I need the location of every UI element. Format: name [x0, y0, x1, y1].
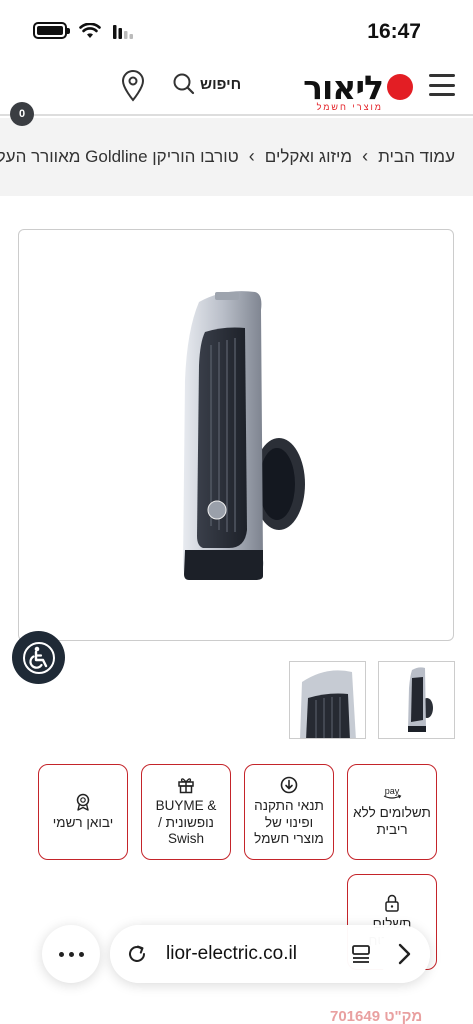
reload-icon[interactable] [126, 943, 148, 965]
dot-icon [78, 951, 84, 957]
dot-icon [58, 951, 64, 957]
download-circle-icon [280, 776, 298, 793]
chevron-left-icon: ‹ [362, 146, 369, 166]
browser-more-button[interactable] [42, 925, 100, 983]
pay-icon: pay [383, 786, 402, 799]
cart-count-badge[interactable]: 0 [10, 102, 34, 126]
product-thumbnail-closeup[interactable] [289, 661, 366, 739]
feature-card-installation[interactable]: תנאי התקנה ופינוי של מוצרי חשמל [244, 764, 334, 860]
product-thumbnail-full[interactable] [378, 661, 455, 739]
feature-card-text: יבואן רשמי [52, 814, 114, 830]
accessibility-button[interactable] [12, 631, 65, 684]
lock-icon [385, 894, 399, 912]
status-time: 16:47 [367, 20, 421, 43]
pay-icon-label: pay [385, 786, 400, 796]
feature-card-text: & BUYME נופשונית / Swish [155, 797, 217, 847]
battery-icon [33, 22, 70, 39]
search-icon [173, 73, 195, 95]
tower-fan-thumb-2 [300, 670, 356, 738]
hamburger-menu-icon[interactable] [429, 74, 455, 96]
tower-fan-image [183, 291, 305, 580]
feature-card-official-importer[interactable]: יבואן רשמי [38, 764, 128, 860]
feature-card-text: תשלומים ללא ריבית [353, 805, 431, 837]
chevron-right-icon [398, 943, 411, 965]
url-text[interactable]: lior-electric.co.il [166, 943, 350, 965]
breadcrumb-current: מאוורר העל Goldline טורבו הוריקן [0, 146, 239, 166]
chevron-left-icon: ‹ [248, 146, 255, 166]
logo-dot [387, 74, 413, 100]
dot-icon [68, 951, 74, 957]
site-header: ליאור מוצרי חשמל חיפוש [0, 62, 473, 116]
tabs-icon[interactable] [350, 943, 372, 965]
award-icon [76, 793, 90, 811]
logo-tagline: מוצרי חשמל [316, 102, 383, 112]
feature-card-payments[interactable]: pay תשלומים ללא ריבית [347, 764, 437, 860]
breadcrumb: עמוד הבית ‹ מיזוג ואקלים ‹ מאוורר העל Go… [0, 118, 473, 196]
status-bar: 16:47 [0, 0, 473, 62]
wheelchair-icon [22, 641, 55, 674]
product-sku-peek: מק"ט 701649 [330, 1008, 423, 1024]
product-thumbnails [289, 661, 455, 739]
search-label: חיפוש [200, 75, 242, 93]
store-locator-button[interactable] [120, 70, 146, 107]
browser-forward-button[interactable] [378, 928, 430, 980]
search-button[interactable]: חיפוש [172, 72, 241, 96]
product-image-frame[interactable] [18, 229, 454, 641]
breadcrumb-home[interactable]: עמוד הבית [378, 147, 455, 167]
location-pin-icon [121, 70, 145, 102]
signal-icon [113, 24, 133, 39]
tower-fan-thumb-1 [408, 667, 433, 732]
wifi-icon [79, 22, 101, 38]
gift-icon [178, 777, 194, 793]
site-logo[interactable]: ליאור מוצרי חשמל [289, 68, 413, 112]
breadcrumb-category[interactable]: מיזוג ואקלים [265, 147, 352, 167]
feature-card-giftcards[interactable]: & BUYME נופשונית / Swish [141, 764, 231, 860]
feature-card-text: תנאי התקנה ופינוי של מוצרי חשמל [254, 797, 324, 847]
status-icons [33, 22, 133, 39]
